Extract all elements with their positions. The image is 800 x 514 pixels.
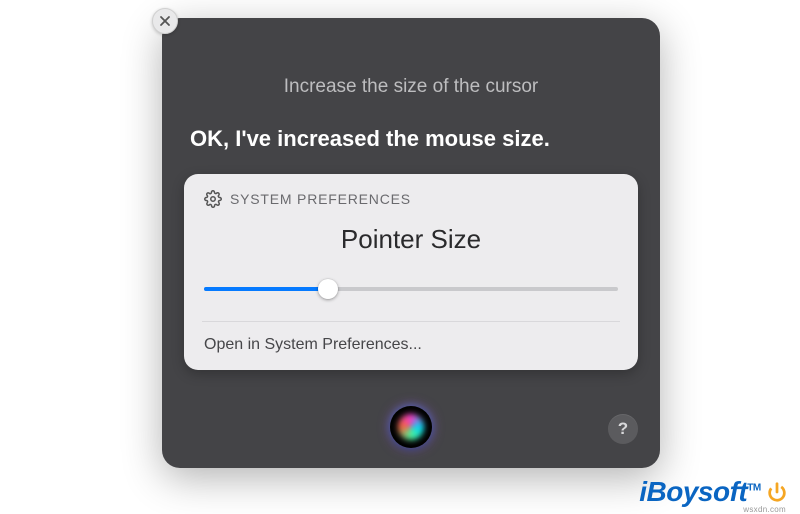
sub-watermark: wsxdn.com <box>743 505 786 514</box>
power-icon <box>766 481 788 503</box>
close-icon <box>159 15 171 27</box>
slider-fill <box>204 287 328 291</box>
slider-thumb[interactable] <box>318 279 338 299</box>
siri-icon <box>398 414 424 440</box>
siri-orb-button[interactable] <box>390 406 432 448</box>
gear-icon <box>204 190 222 208</box>
close-button[interactable] <box>152 8 178 34</box>
siri-panel: Increase the size of the cursor OK, I've… <box>162 18 660 468</box>
pointer-size-title: Pointer Size <box>204 224 618 255</box>
watermark-logo: iBoysoftTM <box>639 476 788 508</box>
pref-card-header: SYSTEM PREFERENCES <box>204 190 618 208</box>
slider-track <box>204 287 618 291</box>
system-preferences-card: SYSTEM PREFERENCES Pointer Size Open in … <box>184 174 638 370</box>
siri-response-text: OK, I've increased the mouse size. <box>184 126 638 152</box>
pointer-size-slider[interactable] <box>204 277 618 301</box>
siri-prompt-text: Increase the size of the cursor <box>184 76 638 98</box>
divider <box>202 321 620 322</box>
pref-app-label: SYSTEM PREFERENCES <box>230 191 411 207</box>
open-in-system-preferences-link[interactable]: Open in System Preferences... <box>204 334 618 356</box>
help-button[interactable]: ? <box>608 414 638 444</box>
